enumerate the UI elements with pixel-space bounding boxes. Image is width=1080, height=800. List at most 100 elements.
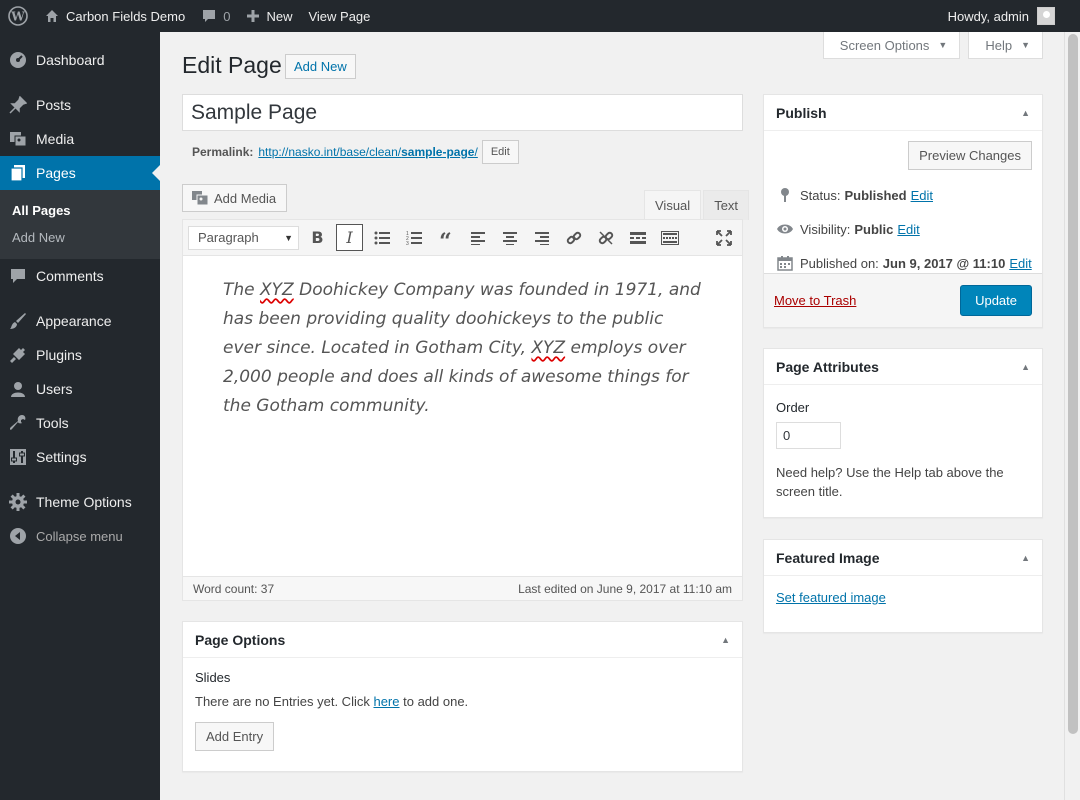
publish-actions: Move to Trash Update <box>764 273 1042 327</box>
sidebar-item-theme-options[interactable]: Theme Options <box>0 485 160 519</box>
page-options-title: Page Options <box>195 631 286 648</box>
media-icon <box>9 130 27 148</box>
permalink-slug: sample-page <box>401 145 475 159</box>
bold-button[interactable]: B <box>304 224 331 251</box>
order-label: Order <box>776 400 810 415</box>
sidebar-item-label: Media <box>36 131 75 147</box>
sidebar-item-media[interactable]: Media <box>0 122 160 156</box>
page-title: Edit Page <box>182 52 282 78</box>
align-left-button[interactable] <box>464 224 491 251</box>
edit-visibility-link[interactable]: Edit <box>897 222 919 237</box>
editor-statusbar: Word count: 37 Last edited on June 9, 20… <box>183 576 742 600</box>
submenu-all-pages[interactable]: All Pages <box>0 197 160 224</box>
wordpress-logo[interactable]: W <box>0 0 36 32</box>
numbered-list-button[interactable]: 123 <box>400 224 427 251</box>
view-page-label: View Page <box>308 8 371 24</box>
tab-visual[interactable]: Visual <box>644 190 702 220</box>
permalink-label: Permalink: <box>192 145 254 159</box>
blockquote-button[interactable]: “ <box>432 224 459 253</box>
view-page-link[interactable]: View Page <box>300 0 378 32</box>
page-scrollbar[interactable] <box>1064 32 1080 800</box>
screen-options-button[interactable]: Screen Options ▼ <box>822 32 961 59</box>
visibility-label: Visibility: <box>800 221 851 237</box>
sidebar-item-label: Theme Options <box>36 494 132 510</box>
new-content-link[interactable]: New <box>238 0 300 32</box>
edit-status-link[interactable]: Edit <box>911 188 933 203</box>
edit-permalink-button[interactable]: Edit <box>481 140 519 164</box>
collapse-menu-button[interactable]: Collapse menu <box>0 519 160 553</box>
visibility-row: Visibility: Public Edit <box>776 212 1032 246</box>
edit-date-link[interactable]: Edit <box>1009 256 1031 271</box>
sidebar-item-users[interactable]: Users <box>0 372 160 406</box>
sidebar-item-comments[interactable]: Comments <box>0 259 160 293</box>
svg-text:3: 3 <box>406 241 409 245</box>
sidebar-item-appearance[interactable]: Appearance <box>0 304 160 338</box>
preview-changes-button[interactable]: Preview Changes <box>908 141 1032 170</box>
collapse-arrow-icon[interactable]: ▲ <box>1021 553 1030 563</box>
gear-icon <box>9 493 27 511</box>
home-icon <box>44 8 60 24</box>
permalink-base: http://nasko.int/base/clean/ <box>258 145 402 159</box>
italic-button[interactable]: I <box>336 224 363 251</box>
sidebar-item-pages[interactable]: Pages <box>0 156 160 190</box>
tab-text[interactable]: Text <box>703 190 750 220</box>
caret-down-icon: ▼ <box>938 40 948 50</box>
publish-header[interactable]: Publish ▲ <box>764 95 1042 131</box>
permalink-link[interactable]: http://nasko.int/base/clean/sample-page/ <box>258 145 477 159</box>
preview-row: Preview Changes <box>764 131 1042 170</box>
sidebar-item-dashboard[interactable]: Dashboard <box>0 43 160 77</box>
sidebar-item-posts[interactable]: Posts <box>0 88 160 122</box>
featured-image-header[interactable]: Featured Image ▲ <box>764 540 1042 576</box>
order-input[interactable]: 0 <box>776 422 841 449</box>
help-label: Help <box>985 37 1013 53</box>
keyboard-icon <box>660 230 679 245</box>
publish-misc: Status: Published Edit Visibility: Publi… <box>764 170 1042 280</box>
page-attributes-title: Page Attributes <box>776 358 879 375</box>
move-to-trash-link[interactable]: Move to Trash <box>774 293 856 308</box>
publish-box: Publish ▲ Preview Changes Status: Publis… <box>763 94 1043 328</box>
post-title-input[interactable]: Sample Page <box>182 94 743 131</box>
add-media-button[interactable]: Add Media <box>182 184 288 212</box>
account-menu[interactable]: Howdy, admin <box>948 7 1080 25</box>
sidebar-item-label: Plugins <box>36 347 82 363</box>
empty-text-before: There are no Entries yet. Click <box>195 694 374 709</box>
admin-sidebar: Dashboard Posts Media Pages All Pages Ad… <box>0 32 160 800</box>
collapse-arrow-icon[interactable]: ▲ <box>1021 362 1030 372</box>
set-featured-image-link[interactable]: Set featured image <box>776 590 886 605</box>
bullet-list-button[interactable] <box>368 224 395 251</box>
screen-meta-links: Screen Options ▼ Help ▼ <box>822 32 1043 59</box>
misspelled-word: XYZ <box>260 280 294 300</box>
page-attributes-body: Order 0 Need help? Use the Help tab abov… <box>764 385 1042 516</box>
toolbar-toggle-button[interactable] <box>656 224 683 251</box>
collapse-icon <box>9 527 27 545</box>
scrollbar-thumb[interactable] <box>1068 34 1078 734</box>
page-attributes-header[interactable]: Page Attributes ▲ <box>764 349 1042 385</box>
remove-link-button[interactable] <box>592 224 619 251</box>
eye-icon <box>776 223 794 235</box>
add-media-label: Add Media <box>214 190 277 206</box>
slides-label: Slides <box>195 670 231 685</box>
update-button[interactable]: Update <box>960 285 1032 316</box>
sidebar-item-plugins[interactable]: Plugins <box>0 338 160 372</box>
add-entry-button[interactable]: Add Entry <box>195 722 275 751</box>
format-select[interactable]: Paragraph ▼ <box>188 225 299 250</box>
collapse-arrow-icon[interactable]: ▲ <box>721 635 730 645</box>
read-more-button[interactable] <box>624 224 651 251</box>
fullscreen-button[interactable] <box>710 224 737 251</box>
comments-link[interactable]: 0 <box>193 0 238 32</box>
help-button[interactable]: Help ▼ <box>968 32 1043 59</box>
collapse-arrow-icon[interactable]: ▲ <box>1021 108 1030 118</box>
site-name-link[interactable]: Carbon Fields Demo <box>36 0 193 32</box>
align-right-button[interactable] <box>528 224 555 251</box>
add-entry-link[interactable]: here <box>373 694 399 709</box>
insert-link-button[interactable] <box>560 224 587 251</box>
editor-content[interactable]: The XYZ Doohickey Company was founded in… <box>183 256 742 578</box>
sidebar-item-settings[interactable]: Settings <box>0 440 160 474</box>
page-options-header[interactable]: Page Options ▲ <box>183 622 742 658</box>
sidebar-item-tools[interactable]: Tools <box>0 406 160 440</box>
align-center-button[interactable] <box>496 224 523 251</box>
read-more-icon <box>629 231 646 244</box>
svg-text:W: W <box>10 10 25 24</box>
add-new-button[interactable]: Add New <box>285 54 356 79</box>
submenu-add-new[interactable]: Add New <box>0 224 160 251</box>
